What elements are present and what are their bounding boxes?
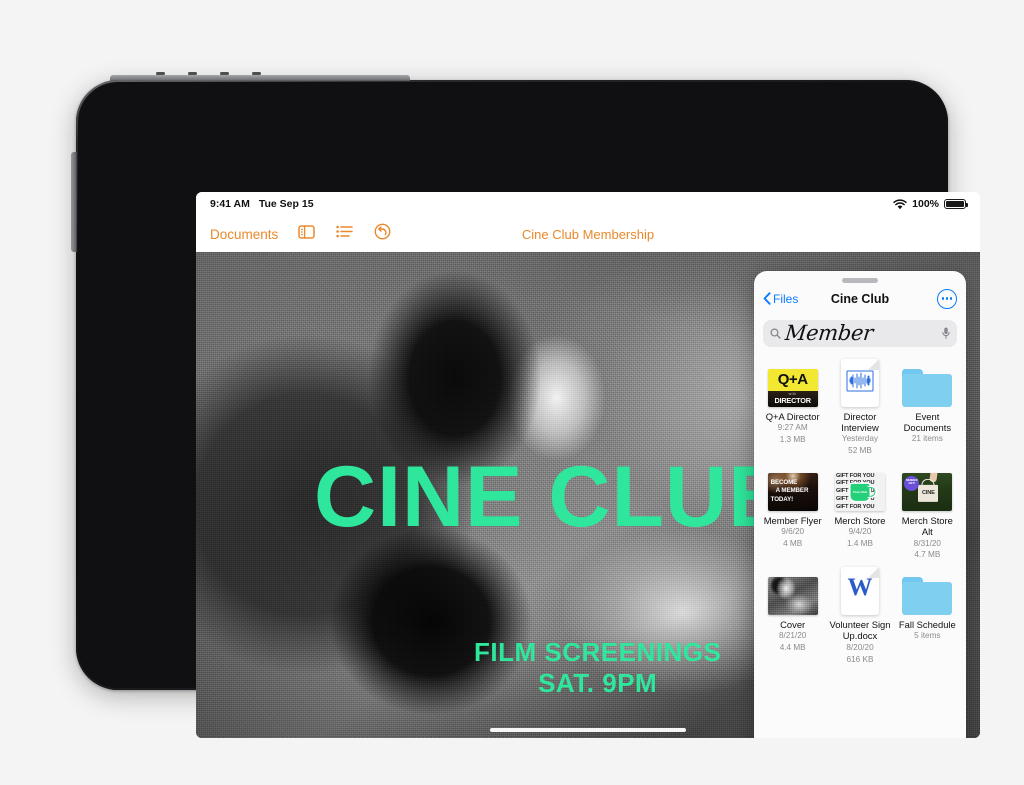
file-item[interactable]: BECOME A MEMBER TODAY! Member Flyer 9/6/… [760, 461, 825, 561]
member-flyer-thumb: BECOME A MEMBER TODAY! [768, 461, 818, 511]
merch-store-thumb: GIFT FOR YOU GIFT FOR YOU GIFT FOR YOU G… [834, 461, 885, 511]
chevron-left-icon [763, 292, 771, 305]
mug-label: Cine Club [852, 490, 867, 495]
tote-bag-graphic: CINE [918, 484, 939, 502]
battery-percent-label: 100% [912, 198, 939, 210]
file-size: 52 MB [848, 446, 872, 456]
folder-icon [902, 565, 953, 615]
device-left-edge [71, 152, 77, 252]
merch-store-alt-thumb: CINE MEMBER GIFT! [902, 461, 953, 511]
cover-photo-thumb [767, 565, 818, 615]
file-item[interactable]: Q+A with DIRECTOR Q+A Director 9:27 AM 1… [760, 357, 825, 457]
file-size: 4 MB [783, 538, 803, 548]
file-size: 1.3 MB [779, 434, 806, 444]
file-size: 4.7 MB [914, 550, 941, 560]
list-view-icon[interactable] [336, 225, 354, 243]
status-bar: 9:41 AM Tue Sep 15 100% [196, 192, 980, 216]
home-indicator[interactable] [490, 728, 686, 732]
file-item[interactable]: Cover 8/21/20 4.4 MB [760, 565, 825, 665]
file-name: Member Flyer [763, 514, 822, 526]
file-size: 4.4 MB [779, 643, 806, 653]
file-name: Director Interview [841, 410, 879, 433]
mic-hole-icon [156, 72, 165, 75]
files-nav-bar: Files Cine Club [754, 285, 966, 313]
file-item[interactable]: Director Interview Yesterday 52 MB [827, 357, 892, 457]
file-name: Merch Store Alt [901, 514, 953, 538]
file-item[interactable]: GIFT FOR YOU GIFT FOR YOU GIFT FOR YOU G… [827, 461, 892, 561]
files-grid: Q+A with DIRECTOR Q+A Director 9:27 AM 1… [754, 351, 966, 666]
screenshot-stage: 9:41 AM Tue Sep 15 100% Documents Cine C… [0, 0, 1024, 785]
file-item[interactable]: CINE MEMBER GIFT! Merch Store Alt 8/31/2… [895, 461, 960, 561]
file-name: Event Documents [903, 410, 952, 433]
tote-label: CINE [922, 490, 935, 497]
file-date: 9:27 AM [777, 422, 808, 432]
waveform-icon [846, 370, 874, 392]
flyer-line-1: BECOME [770, 478, 798, 486]
search-icon [770, 327, 781, 339]
files-grid-scroll[interactable]: Q+A with DIRECTOR Q+A Director 9:27 AM 1… [754, 350, 966, 738]
qa-sub: DIRECTOR [774, 396, 811, 406]
device-top-edge [110, 72, 410, 81]
file-name: Volunteer Sign Up.docx [829, 619, 891, 642]
qa-headline: Q+A [777, 371, 808, 389]
file-date: 8/20/20 [846, 642, 874, 652]
flyer-line-3: TODAY! [770, 496, 794, 504]
merch-text-row: GIFT FOR YOU [835, 472, 875, 479]
file-name: Cover [780, 619, 806, 630]
poster-subtitle-line-2: SAT. 9PM [538, 667, 658, 698]
audio-waveform-document-thumb [835, 357, 885, 407]
word-letter: W [847, 574, 873, 602]
folder-icon [902, 357, 953, 407]
documents-button[interactable]: Documents [210, 227, 278, 242]
wifi-icon [893, 198, 907, 210]
poster-headline: CINE CLUB [314, 449, 792, 545]
status-time: 9:41 AM [210, 198, 250, 210]
merch-text-row: GIFT FOR YOU [835, 503, 875, 510]
ipad-screen: 9:41 AM Tue Sep 15 100% Documents Cine C… [196, 192, 980, 738]
flyer-line-2: A MEMBER [775, 487, 809, 495]
member-gift-badge: MEMBER GIFT! [904, 475, 920, 491]
search-field[interactable]: Member [763, 319, 957, 347]
search-input[interactable]: Member [784, 323, 939, 344]
files-slideover-panel[interactable]: Files Cine Club Member Q+A with DIRECTOR… [754, 271, 966, 738]
file-date: 9/6/20 [781, 527, 805, 537]
document-canvas[interactable]: CINE CLUB FILM SCREENINGS SAT. 9PM Files… [196, 252, 980, 738]
file-name: Q+A Director [765, 410, 820, 422]
file-item-count: 5 items [914, 631, 941, 641]
ipad-device: 9:41 AM Tue Sep 15 100% Documents Cine C… [71, 72, 980, 738]
badge-line-2: GIFT! [908, 482, 916, 486]
status-date: Tue Sep 15 [258, 198, 314, 210]
file-date: 8/31/20 [913, 538, 941, 548]
poster-subtitle-line-1: FILM SCREENINGS [474, 637, 722, 667]
file-date: 8/21/20 [779, 631, 807, 641]
mug-graphic: Cine Club [850, 483, 876, 501]
mic-hole-icon [188, 72, 197, 75]
undo-icon[interactable] [374, 223, 391, 245]
file-size: 616 KB [846, 654, 874, 664]
files-back-button[interactable]: Files [763, 292, 798, 306]
files-back-label: Files [773, 291, 799, 306]
battery-icon [944, 198, 968, 210]
file-date: 9/4/20 [848, 527, 872, 537]
file-size: 1.4 MB [847, 538, 873, 548]
qa-director-thumb: Q+A with DIRECTOR [767, 357, 818, 407]
file-name: Fall Schedule [898, 619, 956, 630]
microphone-icon [942, 327, 950, 339]
file-item[interactable]: Event Documents 21 items [895, 357, 960, 457]
file-date: Yesterday [841, 434, 879, 444]
mic-hole-icon [252, 72, 261, 75]
more-options-icon[interactable] [937, 288, 957, 309]
file-name: Merch Store [834, 514, 886, 526]
mic-hole-icon [220, 72, 229, 75]
word-document-thumb: W [835, 565, 885, 615]
drag-handle[interactable] [842, 278, 878, 283]
poster-subtitle: FILM SCREENINGS SAT. 9PM [474, 637, 721, 698]
sidebar-toggle-icon[interactable] [298, 224, 316, 244]
file-item[interactable]: Fall Schedule 5 items [895, 565, 960, 665]
app-toolbar: Documents Cine Club Membership [196, 216, 980, 252]
file-item[interactable]: W Volunteer Sign Up.docx 8/20/20 616 KB [827, 565, 892, 665]
file-item-count: 21 items [911, 434, 943, 444]
